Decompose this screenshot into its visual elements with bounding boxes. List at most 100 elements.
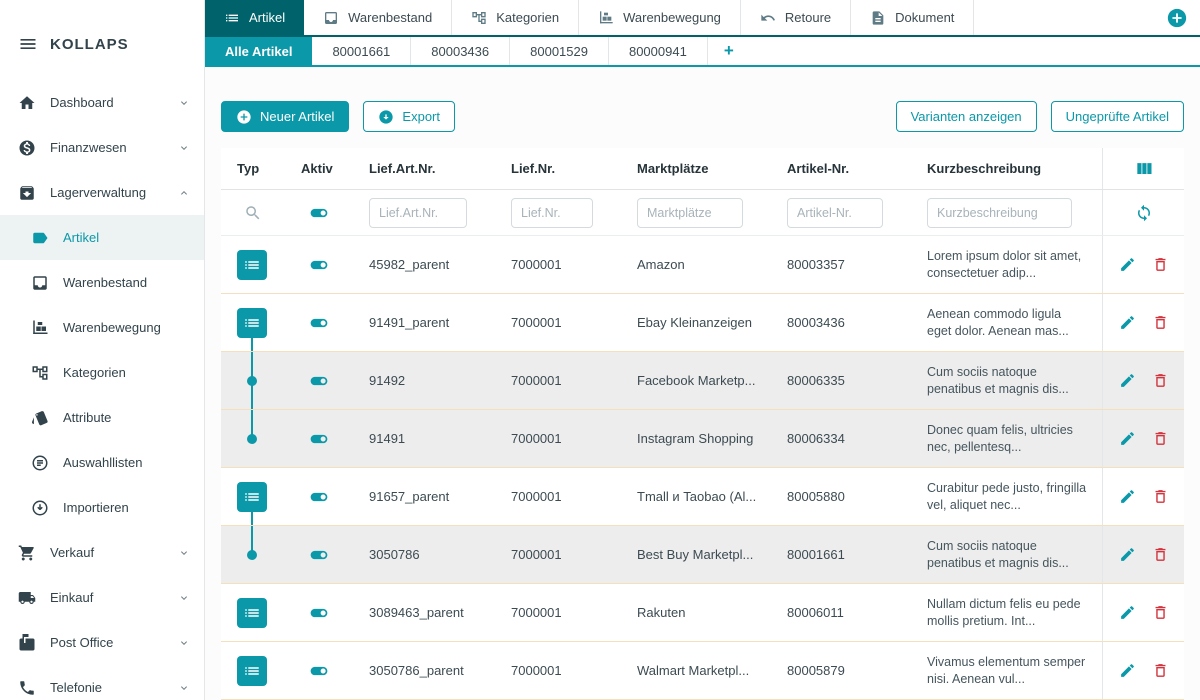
- subtab-80001661[interactable]: 80001661: [312, 37, 411, 65]
- refresh-icon[interactable]: [1102, 190, 1184, 235]
- sidebar-item-label: Dashboard: [50, 95, 114, 110]
- header-artikel-nr: Artikel-Nr.: [771, 161, 911, 176]
- sidebar-item-finanzwesen[interactable]: Finanzwesen: [0, 125, 204, 170]
- active-toggle-icon[interactable]: [306, 661, 332, 681]
- lief-nr-cell: 7000001: [495, 605, 621, 620]
- table-row[interactable]: 45982_parent 7000001 Amazon 80003357 Lor…: [221, 236, 1184, 294]
- subtab-80001529[interactable]: 80001529: [510, 37, 609, 65]
- chevron-down-icon: [178, 637, 190, 649]
- active-toggle-icon[interactable]: [306, 603, 332, 623]
- subtab-80000941[interactable]: 80000941: [609, 37, 708, 65]
- list-circle-icon: [31, 454, 49, 472]
- active-toggle-icon[interactable]: [306, 203, 332, 223]
- sidebar-item-attribute[interactable]: Attribute: [0, 395, 204, 440]
- subtab-label: 80000941: [629, 44, 687, 59]
- tab-label: Warenbestand: [348, 10, 432, 25]
- sidebar-item-lagerverwaltung[interactable]: Lagerverwaltung: [0, 170, 204, 215]
- delete-icon[interactable]: [1152, 372, 1169, 389]
- subtab-alle-artikel[interactable]: Alle Artikel: [205, 37, 312, 65]
- add-article-tab-icon[interactable]: +: [708, 37, 750, 65]
- sidebar-item-importieren[interactable]: Importieren: [0, 485, 204, 530]
- active-toggle-icon[interactable]: [306, 313, 332, 333]
- delete-icon[interactable]: [1152, 314, 1169, 331]
- edit-icon[interactable]: [1119, 662, 1136, 679]
- menu-icon[interactable]: [18, 34, 38, 54]
- edit-icon[interactable]: [1119, 256, 1136, 273]
- active-toggle-icon[interactable]: [306, 255, 332, 275]
- table-row[interactable]: 91491_parent 7000001 Ebay Kleinanzeigen …: [221, 294, 1184, 352]
- active-cell: [285, 661, 353, 681]
- edit-icon[interactable]: [1119, 546, 1136, 563]
- sidebar-item-warenbestand[interactable]: Warenbestand: [0, 260, 204, 305]
- sidebar-item-kategorien[interactable]: Kategorien: [0, 350, 204, 395]
- delete-icon[interactable]: [1152, 604, 1169, 621]
- sidebar-item-post-office[interactable]: Post Office: [0, 620, 204, 665]
- kurzbeschreibung-cell: Cum sociis natoque penatibus et magnis d…: [911, 538, 1102, 572]
- edit-icon[interactable]: [1119, 604, 1136, 621]
- sidebar-item-verkauf[interactable]: Verkauf: [0, 530, 204, 575]
- subtab-label: 80003436: [431, 44, 489, 59]
- active-toggle-icon[interactable]: [306, 487, 332, 507]
- sidebar-item-dashboard[interactable]: Dashboard: [0, 80, 204, 125]
- unchecked-articles-button[interactable]: Ungeprüfte Artikel: [1051, 101, 1184, 132]
- lief-art-nr-filter-input[interactable]: [369, 198, 467, 228]
- sidebar-item-label: Warenbestand: [63, 275, 147, 290]
- export-button[interactable]: Export: [363, 101, 455, 132]
- marktplaetze-filter-input[interactable]: [637, 198, 743, 228]
- sidebar-item-artikel[interactable]: Artikel: [0, 215, 204, 260]
- tab-dokument[interactable]: Dokument: [851, 0, 974, 35]
- sidebar-nav: Dashboard Finanzwesen Lagerverwaltung: [0, 80, 204, 700]
- tab-retoure[interactable]: Retoure: [741, 0, 851, 35]
- article-type-button[interactable]: [237, 482, 267, 512]
- chevron-down-icon: [178, 682, 190, 694]
- show-variants-button[interactable]: Varianten anzeigen: [896, 101, 1037, 132]
- delete-icon[interactable]: [1152, 546, 1169, 563]
- row-actions: [1102, 352, 1184, 409]
- table-row[interactable]: 91491 7000001 Instagram Shopping 8000633…: [221, 410, 1184, 468]
- edit-icon[interactable]: [1119, 314, 1136, 331]
- lief-nr-filter: [495, 198, 621, 228]
- lief-nr-filter-input[interactable]: [511, 198, 593, 228]
- edit-icon[interactable]: [1119, 488, 1136, 505]
- active-toggle-icon[interactable]: [306, 545, 332, 565]
- lief-nr-cell: 7000001: [495, 257, 621, 272]
- article-type-button[interactable]: [237, 308, 267, 338]
- row-type-cell: [221, 584, 285, 641]
- new-article-button[interactable]: Neuer Artikel: [221, 101, 349, 132]
- subtab-80003436[interactable]: 80003436: [411, 37, 510, 65]
- table-row[interactable]: 91492 7000001 Facebook Marketp... 800063…: [221, 352, 1184, 410]
- active-toggle-icon[interactable]: [306, 371, 332, 391]
- marktplatz-cell: Instagram Shopping: [621, 431, 771, 446]
- sidebar-item-auswahllisten[interactable]: Auswahllisten: [0, 440, 204, 485]
- delete-icon[interactable]: [1152, 256, 1169, 273]
- column-settings-icon[interactable]: [1102, 148, 1184, 189]
- table-row[interactable]: 3050786 7000001 Best Buy Marketpl... 800…: [221, 526, 1184, 584]
- tab-warenbewegung[interactable]: Warenbewegung: [579, 0, 741, 35]
- table-row[interactable]: 91657_parent 7000001 Tmall и Taobao (Al.…: [221, 468, 1184, 526]
- mailbox-icon: [18, 634, 36, 652]
- tab-kategorien[interactable]: Kategorien: [452, 0, 579, 35]
- tab-warenbestand[interactable]: Warenbestand: [304, 0, 452, 35]
- edit-icon[interactable]: [1119, 430, 1136, 447]
- kurzbeschreibung-filter-input[interactable]: [927, 198, 1072, 228]
- sidebar-item-einkauf[interactable]: Einkauf: [0, 575, 204, 620]
- delete-icon[interactable]: [1152, 662, 1169, 679]
- sidebar-item-warenbewegung[interactable]: Warenbewegung: [0, 305, 204, 350]
- table-row[interactable]: 3089463_parent 7000001 Rakuten 80006011 …: [221, 584, 1184, 642]
- tab-artikel[interactable]: Artikel: [205, 0, 304, 35]
- add-tab-icon[interactable]: [1154, 0, 1200, 35]
- lief-art-nr-cell: 91657_parent: [353, 489, 495, 504]
- main-tab-bar: Artikel Warenbestand Kategorien Warenbew…: [205, 0, 1200, 37]
- active-toggle-icon[interactable]: [306, 429, 332, 449]
- article-type-button[interactable]: [237, 598, 267, 628]
- artikel-nr-filter-input[interactable]: [787, 198, 883, 228]
- article-type-button[interactable]: [237, 656, 267, 686]
- article-type-button[interactable]: [237, 250, 267, 280]
- table-row[interactable]: 3050786_parent 7000001 Walmart Marketpl.…: [221, 642, 1184, 700]
- delete-icon[interactable]: [1152, 430, 1169, 447]
- delete-icon[interactable]: [1152, 488, 1169, 505]
- aktiv-filter: [285, 203, 353, 223]
- edit-icon[interactable]: [1119, 372, 1136, 389]
- chevron-down-icon: [178, 547, 190, 559]
- sidebar-item-telefonie[interactable]: Telefonie: [0, 665, 204, 700]
